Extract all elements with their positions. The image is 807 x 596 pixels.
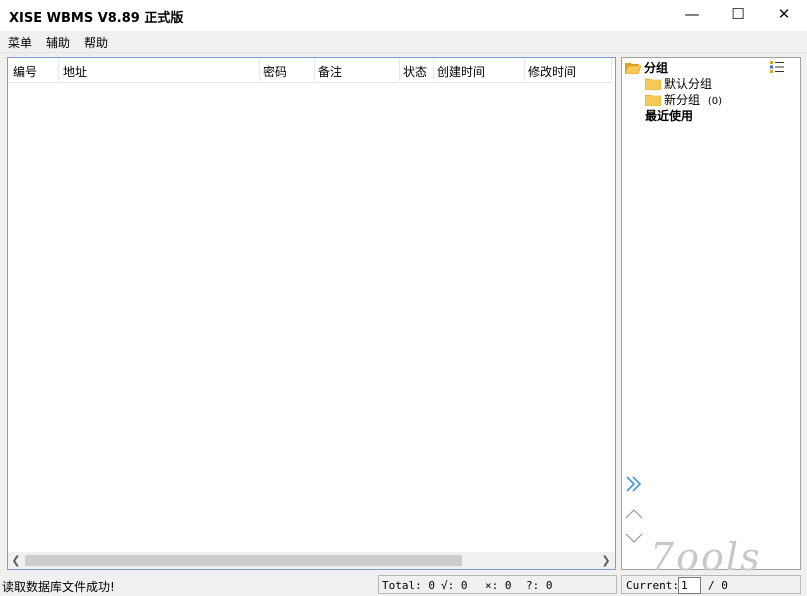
column-divider[interactable]	[433, 58, 434, 81]
tree-item-label: 新分组	[664, 93, 701, 107]
column-header-created[interactable]: 创建时间	[437, 63, 485, 80]
status-bar: 读取数据库文件成功! Total: 0 √: 0 ×: 0 ?: 0 Curre…	[0, 575, 807, 596]
minimize-button[interactable]: —	[669, 0, 715, 31]
tree-root-label: 分组	[644, 61, 669, 75]
horizontal-scrollbar[interactable]: ❮ ❯	[8, 552, 615, 569]
tree-item-label: 默认分组	[664, 77, 713, 91]
column-header-address[interactable]: 地址	[63, 63, 87, 80]
current-label: Current:	[626, 579, 679, 592]
tree-root-group[interactable]: 分组	[625, 59, 668, 76]
window-title: XISE WBMS V8.89 正式版	[9, 11, 184, 26]
tree-item-count: (0)	[707, 96, 723, 107]
scroll-right-icon[interactable]: ❯	[599, 553, 613, 568]
maximize-button[interactable]: ☐	[715, 0, 761, 31]
folder-open-icon	[625, 63, 641, 74]
folder-icon	[645, 94, 661, 106]
stat-total: Total: 0	[382, 579, 435, 592]
pager-box: Current: 1 / 0	[621, 575, 801, 594]
column-divider[interactable]	[611, 58, 612, 81]
status-message: 读取数据库文件成功!	[2, 580, 115, 594]
page-total: / 0	[708, 579, 728, 592]
folder-icon	[645, 78, 661, 90]
stats-box: Total: 0 √: 0 ×: 0 ?: 0	[378, 575, 617, 594]
column-header-password[interactable]: 密码	[263, 63, 287, 80]
tree-item-new-group[interactable]: 新分组 (0)	[645, 91, 722, 108]
menu-item-menu[interactable]: 菜单	[8, 34, 32, 51]
watermark-logo: 7ools	[650, 535, 762, 579]
current-page-input[interactable]: 1	[678, 577, 701, 594]
menu-item-help[interactable]: 帮助	[84, 34, 108, 51]
column-divider[interactable]	[58, 58, 59, 81]
shell-list[interactable]: 编号 地址 密码 备注 状态 创建时间 修改时间 ❮ ❯	[7, 57, 616, 570]
column-header-modified[interactable]: 修改时间	[528, 63, 576, 80]
menu-item-tools[interactable]: 辅助	[46, 34, 70, 51]
tree-item-recent[interactable]: 最近使用	[645, 107, 693, 124]
stat-success: √: 0	[441, 579, 468, 592]
column-divider[interactable]	[524, 58, 525, 81]
tree-item-default-group[interactable]: 默认分组	[645, 75, 712, 92]
move-down-icon[interactable]	[624, 532, 644, 547]
title-bar: XISE WBMS V8.89 正式版 — ☐ ✕	[0, 0, 807, 31]
list-header: 编号 地址 密码 备注 状态 创建时间 修改时间	[8, 58, 613, 83]
column-divider[interactable]	[259, 58, 260, 81]
list-view-icon[interactable]	[770, 61, 784, 73]
move-up-icon[interactable]	[624, 508, 644, 523]
scrollbar-thumb[interactable]	[25, 555, 462, 566]
column-header-id[interactable]: 编号	[13, 63, 37, 80]
expand-panel-icon[interactable]	[624, 474, 644, 497]
stat-unknown: ?: 0	[526, 579, 553, 592]
close-button[interactable]: ✕	[761, 0, 807, 31]
column-header-note[interactable]: 备注	[318, 63, 342, 80]
scroll-left-icon[interactable]: ❮	[9, 553, 23, 568]
menu-bar: 菜单 辅助 帮助	[0, 31, 807, 53]
column-header-status[interactable]: 状态	[403, 63, 427, 80]
group-tree[interactable]: 分组 默认分组 新分组 (0) 最近使用	[621, 57, 801, 570]
stat-fail: ×: 0	[485, 579, 512, 592]
column-divider[interactable]	[399, 58, 400, 81]
column-divider[interactable]	[314, 58, 315, 81]
